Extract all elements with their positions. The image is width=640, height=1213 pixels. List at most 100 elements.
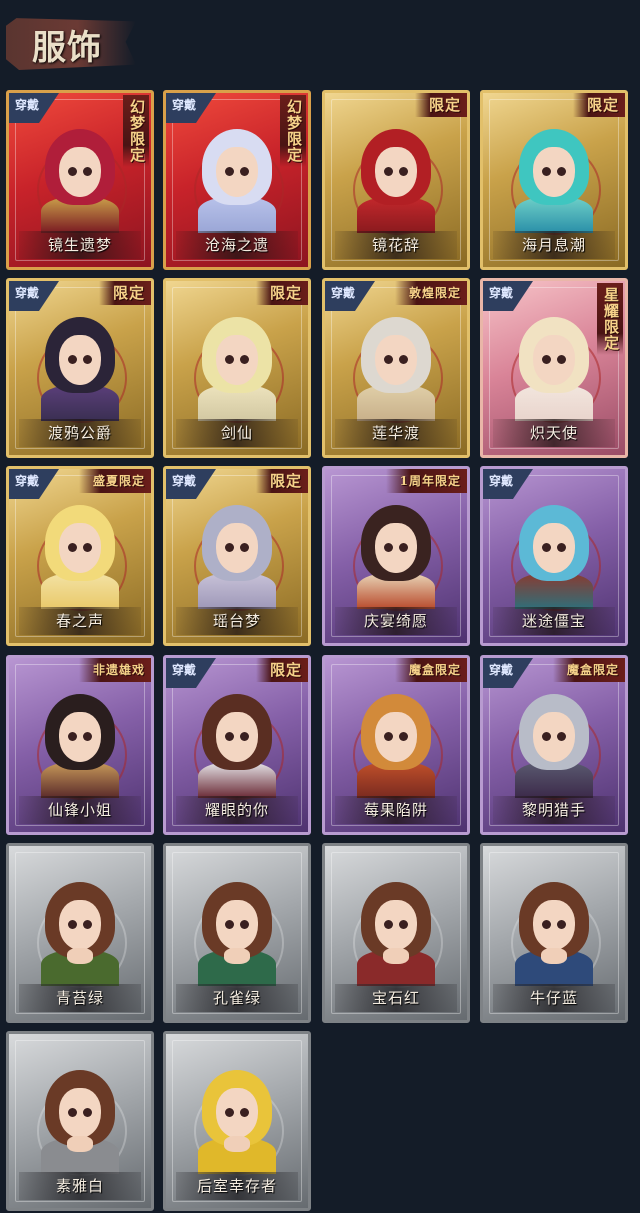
costume-card[interactable]: 穿戴 限定 瑶台梦 [163, 466, 311, 646]
costume-name: 牛仔蓝 [493, 984, 615, 1012]
character-portrait [194, 123, 280, 233]
limited-tag: 限定 [98, 281, 151, 305]
costume-card[interactable]: 非遗雄戏仙锋小姐 [6, 655, 154, 835]
portrait-eye [225, 355, 234, 364]
portrait-eye [384, 732, 393, 741]
costume-card[interactable]: 限定 剑仙 [163, 278, 311, 458]
portrait-eye [225, 167, 234, 176]
costume-name: 宝石红 [335, 984, 457, 1012]
portrait-hands [67, 1136, 93, 1152]
portrait-eye [225, 920, 234, 929]
limited-tag: 盛夏限定 [78, 469, 151, 493]
portrait-face [59, 1088, 101, 1138]
portrait-eye [399, 167, 408, 176]
limited-tag: 魔盒限定 [394, 658, 467, 682]
limited-tag: 幻梦限定 [123, 95, 149, 167]
costume-card[interactable]: 穿戴 魔盒限定 黎明猎手 [480, 655, 628, 835]
costume-card[interactable]: 魔盒限定莓果陷阱 [322, 655, 470, 835]
character-portrait [194, 499, 280, 609]
costume-grid: 穿戴 幻梦限定 镜生遗梦 穿戴 幻梦限定 沧海之遗 限定 镜花辞 限定 海月息潮 穿戴 限定 渡鸦公爵限… [0, 0, 640, 1213]
portrait-face [533, 523, 575, 573]
costume-card[interactable]: 后室幸存者 [163, 1031, 311, 1211]
portrait-eye [225, 732, 234, 741]
portrait-face [375, 900, 417, 950]
portrait-eye [240, 355, 249, 364]
costume-card[interactable]: 穿戴 星耀限定 炽天使 [480, 278, 628, 458]
costume-card[interactable]: 穿戴 敦煌限定 莲华渡 [322, 278, 470, 458]
character-portrait [511, 499, 597, 609]
portrait-eye [83, 167, 92, 176]
costume-card[interactable]: 穿戴 幻梦限定 镜生遗梦 [6, 90, 154, 270]
portrait-eye [240, 920, 249, 929]
costume-card[interactable]: 穿戴 幻梦限定 沧海之遗 [163, 90, 311, 270]
costume-name: 孔雀绿 [176, 984, 298, 1012]
portrait-hands [67, 948, 93, 964]
portrait-eye [399, 732, 408, 741]
portrait-eye [240, 1108, 249, 1117]
limited-tag: 非遗雄戏 [78, 658, 151, 682]
portrait-eye [225, 543, 234, 552]
portrait-eye [542, 355, 551, 364]
portrait-face [533, 900, 575, 950]
costume-name: 剑仙 [176, 419, 298, 447]
limited-tag: 1周年限定 [385, 469, 467, 493]
costume-name: 后室幸存者 [176, 1172, 298, 1200]
costume-name: 莓果陷阱 [335, 796, 457, 824]
portrait-eye [83, 920, 92, 929]
character-portrait [37, 499, 123, 609]
costume-name: 迷途僵宝 [493, 607, 615, 635]
character-portrait [353, 499, 439, 609]
portrait-eye [557, 355, 566, 364]
costume-card[interactable]: 穿戴 限定 渡鸦公爵 [6, 278, 154, 458]
costume-name: 春之声 [19, 607, 141, 635]
portrait-eye [542, 543, 551, 552]
costume-card[interactable]: 限定 海月息潮 [480, 90, 628, 270]
portrait-eye [240, 543, 249, 552]
character-portrait [353, 311, 439, 421]
portrait-face [216, 335, 258, 385]
costume-card[interactable]: 穿戴 迷途僵宝 [480, 466, 628, 646]
portrait-face [533, 335, 575, 385]
portrait-face [216, 147, 258, 197]
costume-card[interactable]: 1周年限定庆宴绮愿 [322, 466, 470, 646]
limited-tag: 限定 [414, 93, 467, 117]
portrait-face [375, 712, 417, 762]
costume-card[interactable]: 青苔绿 [6, 843, 154, 1023]
costume-card[interactable]: 素雅白 [6, 1031, 154, 1211]
limited-tag: 限定 [255, 658, 308, 682]
portrait-eye [68, 1108, 77, 1117]
costume-card[interactable]: 牛仔蓝 [480, 843, 628, 1023]
limited-tag: 幻梦限定 [280, 95, 306, 167]
limited-tag: 限定 [572, 93, 625, 117]
costume-name: 青苔绿 [19, 984, 141, 1012]
costume-name: 庆宴绮愿 [335, 607, 457, 635]
costume-name: 仙锋小姐 [19, 796, 141, 824]
costume-card[interactable]: 限定镜花辞 [322, 90, 470, 270]
costume-name: 镜花辞 [335, 231, 457, 259]
portrait-face [533, 712, 575, 762]
character-portrait [37, 876, 123, 986]
portrait-eye [68, 543, 77, 552]
costume-card[interactable]: 穿戴 盛夏限定 春之声 [6, 466, 154, 646]
portrait-hands [224, 948, 250, 964]
portrait-face [59, 335, 101, 385]
portrait-eye [557, 920, 566, 929]
costume-name: 黎明猎手 [493, 796, 615, 824]
costume-card[interactable]: 宝石红 [322, 843, 470, 1023]
portrait-eye [83, 732, 92, 741]
portrait-face [216, 523, 258, 573]
portrait-eye [68, 732, 77, 741]
portrait-face [375, 335, 417, 385]
character-portrait [353, 688, 439, 798]
costume-card[interactable]: 孔雀绿 [163, 843, 311, 1023]
portrait-eye [384, 920, 393, 929]
limited-tag: 魔盒限定 [552, 658, 625, 682]
portrait-eye [83, 355, 92, 364]
portrait-eye [68, 355, 77, 364]
costume-card[interactable]: 穿戴 限定 耀眼的你 [163, 655, 311, 835]
portrait-face [59, 712, 101, 762]
character-portrait [511, 311, 597, 421]
limited-tag: 星耀限定 [597, 283, 623, 355]
portrait-eye [83, 543, 92, 552]
portrait-eye [68, 920, 77, 929]
